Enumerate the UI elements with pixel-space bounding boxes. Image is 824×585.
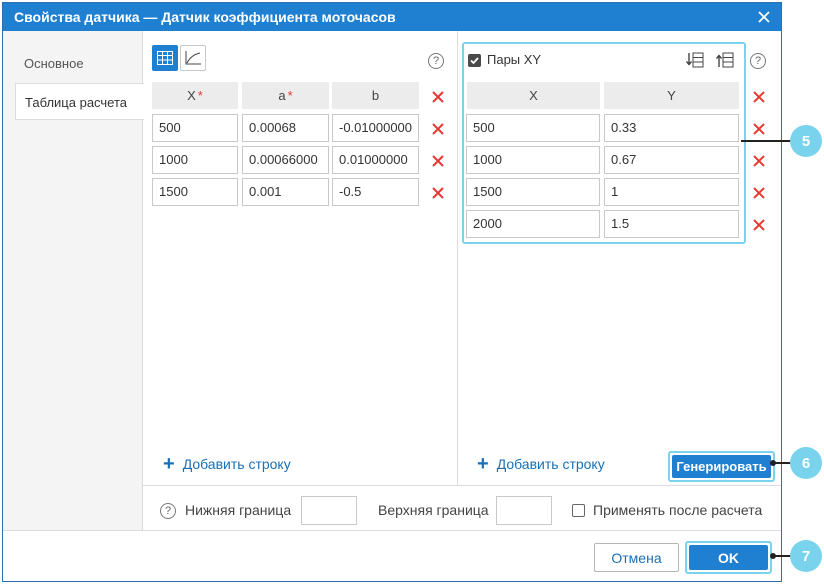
plus-icon: + [163, 453, 175, 475]
callout-badge: 7 [790, 540, 822, 572]
apply-after-calculation-checkbox[interactable] [572, 504, 585, 517]
column-divider [457, 31, 458, 485]
bounds-divider [143, 485, 781, 486]
generate-label: Генерировать [672, 455, 771, 478]
callout-line [741, 140, 791, 142]
callout-badge: 6 [790, 447, 822, 479]
cell-x[interactable]: 500 [152, 114, 238, 142]
dialog-titlebar: Свойства датчика — Датчик коэффициента м… [3, 3, 781, 31]
cell-y[interactable]: 0.67 [604, 146, 739, 174]
delete-all-icon[interactable] [431, 90, 445, 104]
cell-y[interactable]: 1.5 [604, 210, 739, 238]
delete-row-icon[interactable] [752, 186, 766, 200]
help-icon[interactable]: ? [750, 53, 766, 69]
cell-a[interactable]: 0.00066000 [242, 146, 329, 174]
cell-b[interactable]: -0.01000000 [332, 114, 419, 142]
delete-row-icon[interactable] [752, 218, 766, 232]
delete-all-icon[interactable] [752, 90, 766, 104]
upper-bound-input[interactable] [496, 496, 552, 525]
cell-a[interactable]: 0.001 [242, 178, 329, 206]
column-header-a: a * [242, 82, 329, 109]
column-header-b: b [332, 82, 419, 109]
column-header-x: X [467, 82, 600, 109]
cell-x[interactable]: 1000 [466, 146, 600, 174]
insert-above-icon[interactable] [712, 47, 738, 73]
delete-row-icon[interactable] [431, 122, 445, 136]
cell-x[interactable]: 1500 [152, 178, 238, 206]
cell-y[interactable]: 0.33 [604, 114, 739, 142]
chart-view-icon[interactable] [180, 45, 206, 71]
cell-x[interactable]: 1000 [152, 146, 238, 174]
add-row-button-left[interactable]: + Добавить строку [163, 453, 291, 475]
lower-bound-label: Нижняя граница [185, 502, 292, 518]
upper-bound-label: Верхняя граница [378, 502, 489, 518]
delete-row-icon[interactable] [431, 154, 445, 168]
delete-row-icon[interactable] [431, 186, 445, 200]
callout-badge: 5 [790, 125, 822, 157]
lower-bound-input[interactable] [301, 496, 357, 525]
close-icon[interactable] [753, 6, 775, 28]
help-icon[interactable]: ? [428, 53, 444, 69]
insert-below-icon[interactable] [682, 47, 708, 73]
table-view-icon[interactable] [152, 45, 178, 71]
tab-list: Основное Таблица расчета [3, 31, 144, 530]
xy-pairs-label: Пары XY [487, 52, 542, 67]
cell-b[interactable]: -0.5 [332, 178, 419, 206]
sensor-properties-dialog: Свойства датчика — Датчик коэффициента м… [2, 2, 782, 582]
cell-a[interactable]: 0.00068 [242, 114, 329, 142]
delete-row-icon[interactable] [752, 154, 766, 168]
dialog-title: Свойства датчика — Датчик коэффициента м… [14, 9, 396, 25]
add-row-label: Добавить строку [496, 456, 605, 472]
add-row-label: Добавить строку [182, 456, 291, 472]
delete-row-icon[interactable] [752, 122, 766, 136]
ok-label: OK [689, 545, 768, 570]
generate-button[interactable]: Генерировать [668, 451, 775, 482]
cell-y[interactable]: 1 [604, 178, 739, 206]
tab-content: ? X * a * b 500 0.00068 -0.01000000 1000 0… [143, 31, 781, 530]
cell-b[interactable]: 0.01000000 [332, 146, 419, 174]
column-header-x: X * [152, 82, 238, 109]
tab-calculation-table[interactable]: Таблица расчета [15, 83, 144, 120]
cancel-button[interactable]: Отмена [594, 543, 679, 572]
cell-x[interactable]: 500 [466, 114, 600, 142]
apply-after-calculation-label: Применять после расчета [593, 502, 763, 518]
cell-x[interactable]: 1500 [466, 178, 600, 206]
column-header-y: Y [604, 82, 739, 109]
callout-line [773, 462, 791, 464]
plus-icon: + [477, 453, 489, 475]
callout-line [773, 555, 791, 557]
cell-x[interactable]: 2000 [466, 210, 600, 238]
help-icon[interactable]: ? [160, 503, 176, 519]
ok-button[interactable]: OK [685, 541, 772, 574]
add-row-button-right[interactable]: + Добавить строку [477, 453, 605, 475]
dialog-footer: Отмена OK [3, 530, 781, 581]
xy-pairs-checkbox[interactable] [468, 54, 481, 67]
tab-basic[interactable]: Основное [15, 45, 143, 82]
